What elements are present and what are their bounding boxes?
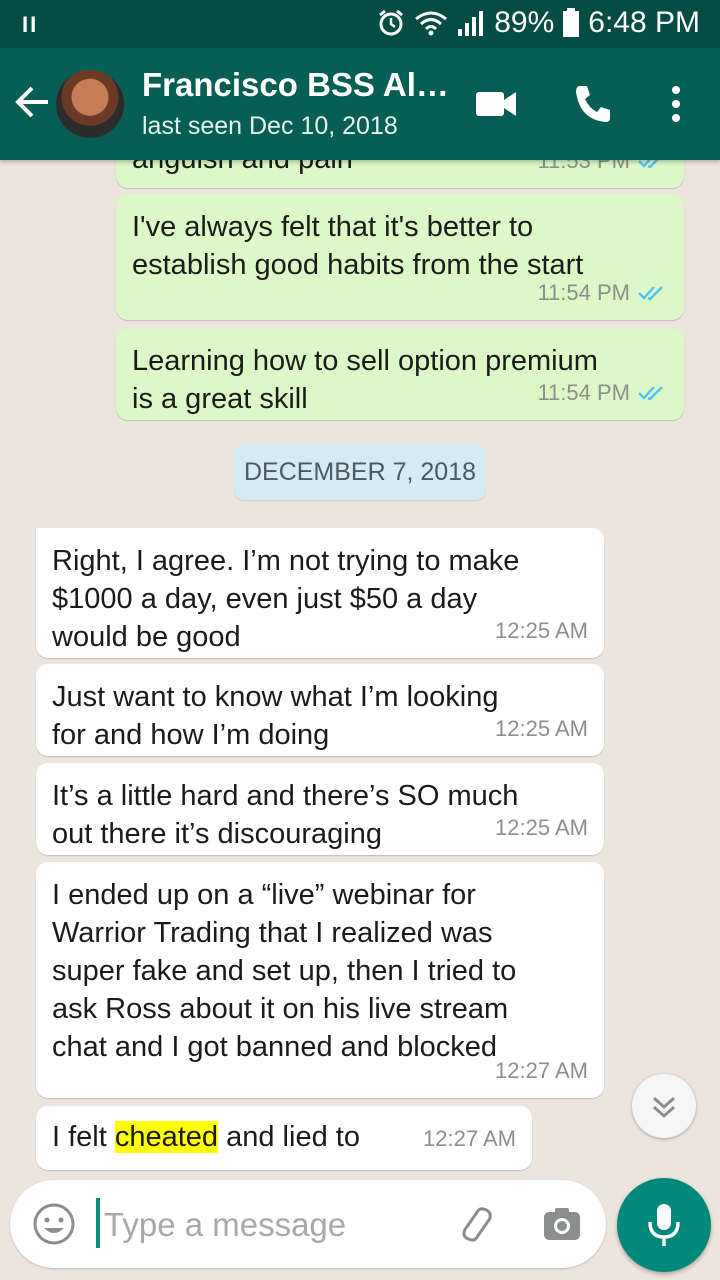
alarm-icon	[379, 9, 404, 36]
back-arrow-icon[interactable]	[12, 80, 52, 124]
message-meta: 11:53 PM	[537, 160, 668, 180]
chat-area[interactable]: anguish and pain 11:53 PM I've always fe…	[0, 160, 720, 1180]
status-bar: II 89% 6:48 PM	[0, 0, 720, 48]
message-text-part: I felt	[52, 1121, 115, 1153]
text-cursor	[96, 1198, 100, 1248]
message-bubble[interactable]: I've always felt that it's better to est…	[116, 194, 684, 320]
message-bubble[interactable]: It’s a little hard and there’s SO much o…	[36, 763, 604, 855]
phone-icon[interactable]	[566, 78, 618, 130]
camera-icon[interactable]	[538, 1200, 586, 1248]
attach-icon[interactable]	[450, 1200, 498, 1248]
message-meta: 12:25 AM	[495, 612, 588, 650]
message-text: I ended up on a “live” webinar for Warri…	[52, 879, 517, 1063]
message-meta: 11:54 PM	[537, 274, 668, 312]
message-bubble[interactable]: anguish and pain 11:53 PM	[116, 160, 684, 188]
message-bubble[interactable]: I felt cheated and lied to 12:27 AM	[36, 1106, 532, 1170]
message-time: 12:25 AM	[495, 716, 588, 741]
message-time: 12:25 AM	[495, 815, 588, 840]
message-time: 12:27 AM	[495, 1058, 588, 1083]
message-meta: 12:25 AM	[495, 809, 588, 847]
message-bubble[interactable]: I ended up on a “live” webinar for Warri…	[36, 862, 604, 1098]
double-check-icon	[638, 160, 659, 169]
message-composer	[10, 1180, 606, 1268]
chevron-down-icon	[652, 1096, 676, 1119]
message-time: 11:54 PM	[537, 380, 630, 405]
more-vert-icon[interactable]	[650, 78, 702, 130]
avatar[interactable]	[56, 70, 124, 138]
message-bubble[interactable]: Just want to know what I’m looking for a…	[36, 664, 604, 756]
battery-icon	[563, 8, 580, 37]
message-text-part: and lied to	[218, 1121, 360, 1153]
last-seen-status[interactable]: last seen Dec 10, 2018	[142, 112, 398, 141]
double-check-icon	[638, 386, 663, 401]
mic-icon	[648, 1204, 680, 1246]
message-bubble[interactable]: Learning how to sell option premium is a…	[116, 328, 684, 420]
emoji-icon[interactable]	[30, 1200, 78, 1248]
clock: 6:48 PM	[588, 6, 700, 39]
message-meta: 12:27 AM	[423, 1120, 516, 1158]
message-bubble[interactable]: Right, I agree. I’m not trying to make $…	[36, 528, 604, 658]
signal-icon	[458, 11, 484, 36]
chat-header: Francisco BSS Al… last seen Dec 10, 2018	[0, 48, 720, 160]
message-meta: 11:54 PM	[537, 374, 668, 412]
message-meta: 12:27 AM	[495, 1052, 588, 1090]
message-text: I've always felt that it's better to est…	[132, 211, 584, 281]
message-time: 12:27 AM	[423, 1126, 516, 1151]
message-meta: 12:25 AM	[495, 710, 588, 748]
contact-name[interactable]: Francisco BSS Al…	[142, 66, 449, 104]
message-time: 12:25 AM	[495, 618, 588, 643]
scroll-to-bottom-button[interactable]	[632, 1074, 696, 1138]
video-call-icon[interactable]	[470, 78, 522, 130]
voice-record-button[interactable]	[617, 1178, 711, 1272]
wifi-icon	[415, 11, 448, 36]
message-time: 11:54 PM	[537, 280, 630, 305]
pause-icon: II	[22, 12, 39, 37]
message-input[interactable]	[102, 1200, 436, 1250]
double-check-icon	[638, 286, 663, 301]
date-divider: DECEMBER 7, 2018	[234, 444, 486, 500]
highlighted-word: cheated	[114, 1121, 219, 1153]
message-time: 11:53 PM	[537, 160, 630, 173]
battery-percent: 89%	[494, 6, 555, 39]
status-icons: 89% 6:48 PM	[376, 6, 700, 40]
